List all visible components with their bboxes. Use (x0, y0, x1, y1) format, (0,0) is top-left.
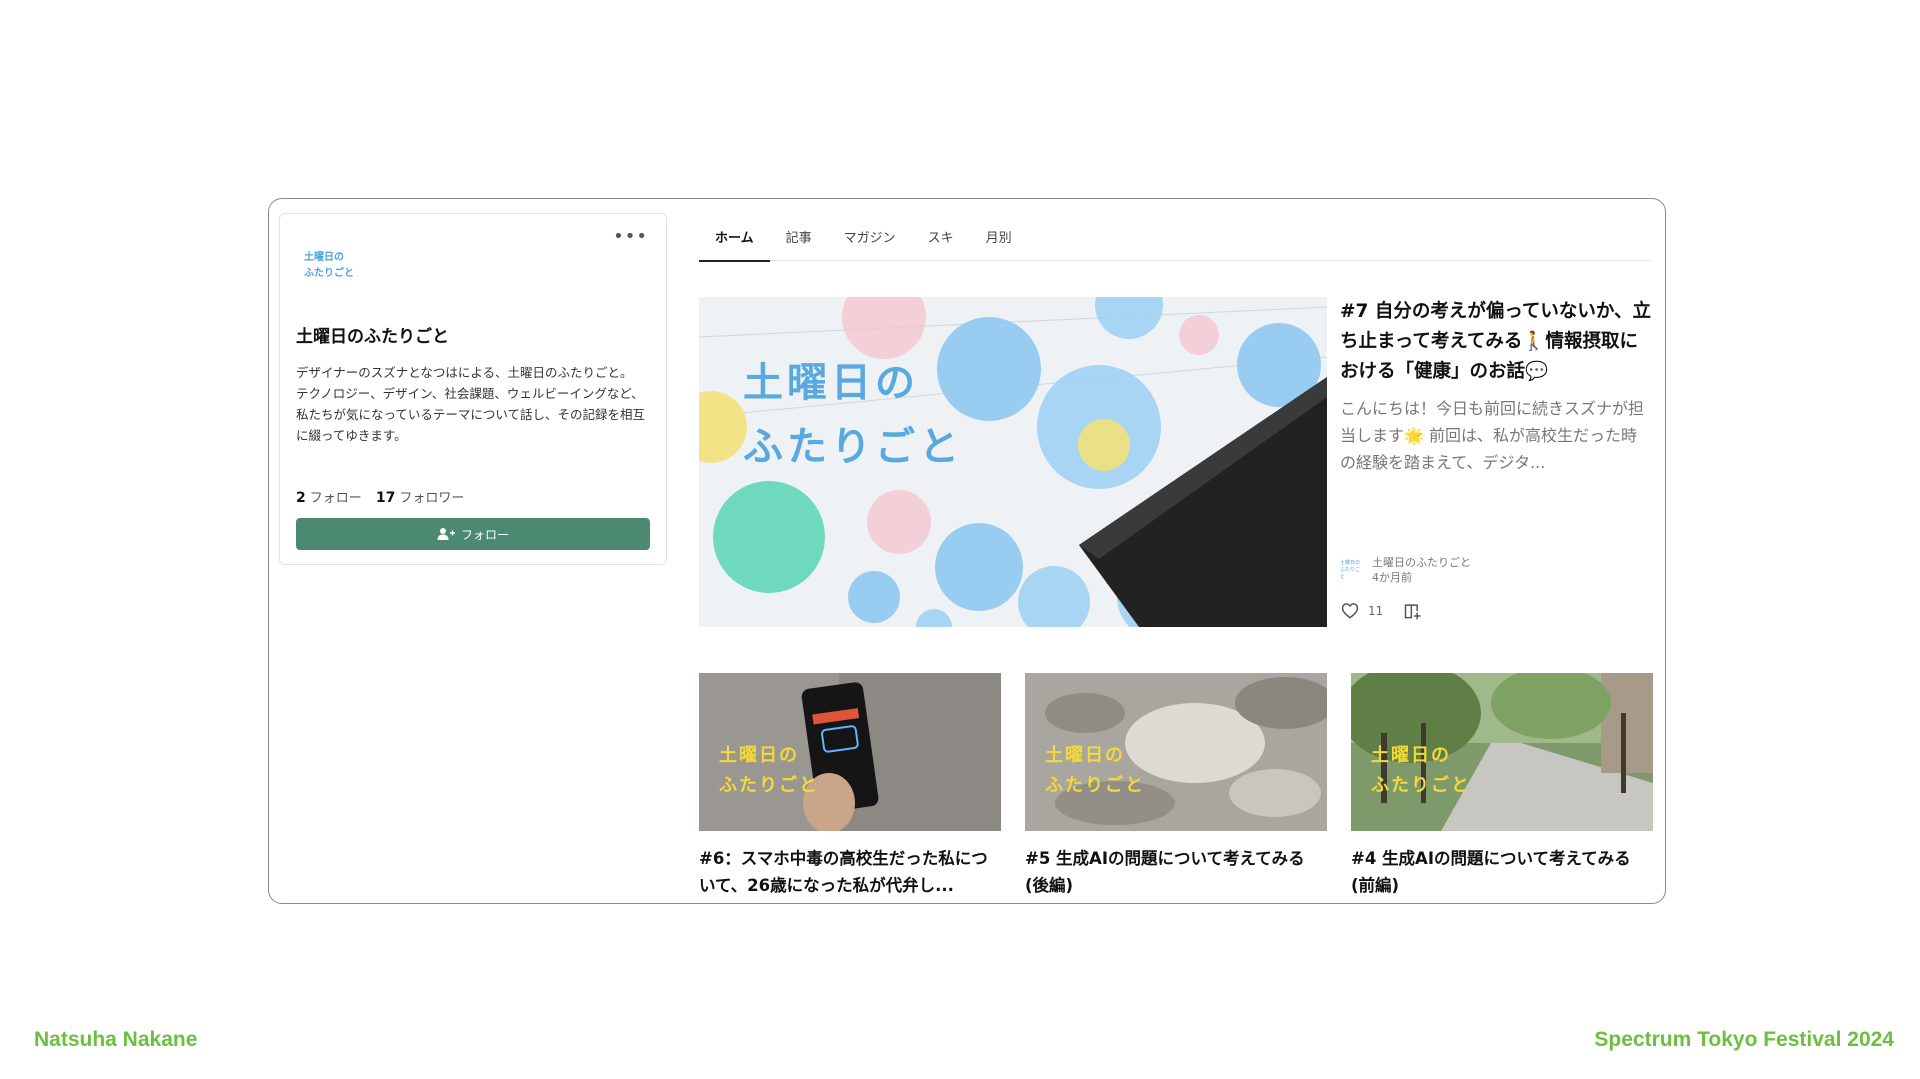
tab-monthly[interactable]: 月別 (970, 213, 1028, 261)
description-line-2: テクノロジー、デザイン、社会課題、ウェルビーイングなど、私たちが気になっているテ… (296, 386, 646, 443)
tab-bar: ホーム 記事 マガジン スキ 月別 (699, 213, 1651, 262)
followers-label: フォロワー (399, 491, 465, 506)
featured-image-text: 土曜日の ふたりごと (743, 351, 963, 479)
logo-line-2: ふたりごと (304, 268, 354, 279)
heart-icon[interactable] (1340, 601, 1360, 621)
slide: ••• 土曜日の ふたりごと 土曜日のふたりごと デザイナーのスズナとなつはによ… (0, 0, 1920, 1079)
follow-button[interactable]: フォロー (296, 518, 650, 550)
tab-articles[interactable]: 記事 (770, 213, 828, 261)
article-thumbnail[interactable]: 土曜日の ふたりごと (1025, 673, 1327, 831)
add-to-magazine-icon[interactable] (1403, 601, 1423, 621)
following-label: フォロー (309, 491, 362, 506)
featured-image-text-line-2: ふたりごと (743, 424, 963, 470)
thumb-text-line-2: ふたりごと (1045, 775, 1145, 796)
featured-title[interactable]: #7 自分の考えが偏っていないか、立ち止まって考えてみる🚶情報摂取における「健康… (1340, 297, 1652, 387)
article-card[interactable]: 土曜日の ふたりごと #6：スマホ中毒の高校生だった私について、26歳になった私… (699, 673, 1001, 899)
description-line-1: デザイナーのスズナとなつはによる、土曜日のふたりごと。 (296, 365, 633, 380)
author-name[interactable]: 土曜日のふたりごと (1372, 555, 1471, 570)
article-title[interactable]: #5 生成AIの問題について考えてみる(後編) (1025, 845, 1327, 899)
author-avatar[interactable]: 土曜日の ふたりごと (1340, 559, 1362, 581)
add-user-icon (437, 528, 455, 540)
article-thumbnail[interactable]: 土曜日の ふたりごと (1351, 673, 1653, 831)
tab-home[interactable]: ホーム (699, 213, 770, 262)
profile-name[interactable]: 土曜日のふたりごと (296, 322, 449, 347)
article-card[interactable]: 土曜日の ふたりごと #4 生成AIの問題について考えてみる(前編) (1351, 673, 1653, 899)
featured-excerpt: こんにちは！今日も前回に続きスズナが担当します🌟 前回は、私が高校生だった時の経… (1340, 399, 1645, 472)
article-card[interactable]: 土曜日の ふたりごと #5 生成AIの問題について考えてみる(後編) (1025, 673, 1327, 899)
followers-count: 17 (375, 490, 396, 506)
featured-actions: 11 (1340, 601, 1423, 621)
thumb-text: 土曜日の ふたりごと (1045, 741, 1145, 801)
thumb-text-line-1: 土曜日の (719, 745, 799, 766)
post-time: 4か月前 (1372, 571, 1412, 584)
thumb-text: 土曜日の ふたりごと (1371, 741, 1471, 801)
follow-button-label: フォロー (460, 527, 509, 542)
follow-stats: 2 フォロー 17 フォロワー (296, 487, 464, 506)
featured-thumbnail[interactable]: 土曜日の ふたりごと (699, 297, 1327, 627)
profile-description: デザイナーのスズナとなつはによる、土曜日のふたりごと。 テクノロジー、デザイン、… (296, 362, 656, 446)
thumb-text: 土曜日の ふたりごと (719, 741, 819, 801)
like-count: 11 (1368, 604, 1384, 618)
featured-meta: 土曜日の ふたりごと 土曜日のふたりごと 4か月前 (1340, 555, 1471, 585)
more-horizontal-icon[interactable]: ••• (613, 228, 648, 246)
tab-likes[interactable]: スキ (912, 213, 970, 261)
profile-logo[interactable]: 土曜日の ふたりごと (304, 250, 354, 282)
profile-card: ••• 土曜日の ふたりごと 土曜日のふたりごと デザイナーのスズナとなつはによ… (279, 213, 667, 565)
browser-frame: ••• 土曜日の ふたりごと 土曜日のふたりごと デザイナーのスズナとなつはによ… (268, 198, 1666, 904)
article-title[interactable]: #4 生成AIの問題について考えてみる(前編) (1351, 845, 1653, 899)
following-link[interactable]: 2 フォロー (296, 490, 362, 506)
article-title[interactable]: #6：スマホ中毒の高校生だった私について、26歳になった私が代弁し... (699, 845, 1001, 899)
article-thumbnail[interactable]: 土曜日の ふたりごと (699, 673, 1001, 831)
presenter-name: Natsuha Nakane (34, 1028, 198, 1051)
thumb-text-line-2: ふたりごと (1371, 775, 1471, 796)
thumb-text-line-1: 土曜日の (1371, 745, 1451, 766)
featured-image-text-line-1: 土曜日の (743, 360, 919, 406)
followers-link[interactable]: 17 フォロワー (375, 490, 465, 506)
thumb-text-line-1: 土曜日の (1045, 745, 1125, 766)
meta-text: 土曜日のふたりごと 4か月前 (1372, 555, 1471, 585)
event-name: Spectrum Tokyo Festival 2024 (1594, 1028, 1894, 1051)
tab-magazines[interactable]: マガジン (828, 213, 912, 261)
following-count: 2 (296, 490, 306, 506)
thumb-text-line-2: ふたりごと (719, 775, 819, 796)
logo-line-1: 土曜日の (304, 252, 344, 263)
